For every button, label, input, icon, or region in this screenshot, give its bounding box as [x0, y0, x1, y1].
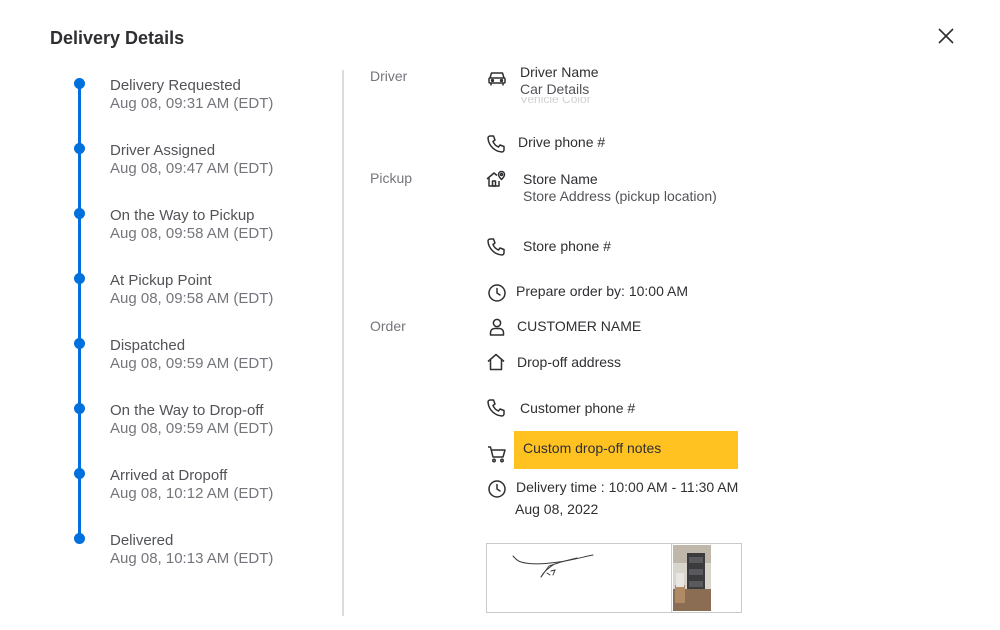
- step-label: On the Way to Pickup: [110, 207, 255, 224]
- column-divider: [342, 70, 344, 616]
- dropoff-notes-text: Custom drop-off notes: [523, 440, 662, 456]
- customer-name: CUSTOMER NAME: [517, 318, 642, 334]
- timeline-dot: [74, 533, 85, 544]
- driver-phone[interactable]: Drive phone #: [518, 134, 605, 150]
- step-time: Aug 08, 09:59 AM (EDT): [110, 420, 274, 437]
- step-time: Aug 08, 10:12 AM (EDT): [110, 485, 274, 502]
- timeline-dot: [74, 143, 85, 154]
- store-address: Store Address (pickup location): [523, 188, 717, 204]
- store-phone[interactable]: Store phone #: [523, 238, 611, 254]
- pickup-section-label: Pickup: [370, 170, 413, 186]
- phone-icon[interactable]: [485, 397, 507, 419]
- step-time: Aug 08, 09:58 AM (EDT): [110, 225, 274, 242]
- step-label: Driver Assigned: [110, 142, 216, 159]
- car-details: Car Details: [520, 81, 590, 97]
- step-label: Arrived at Dropoff: [110, 467, 228, 484]
- signature-image[interactable]: [487, 544, 672, 612]
- proof-of-delivery: [486, 543, 742, 613]
- page-title: Delivery Details: [50, 28, 185, 48]
- close-icon: [938, 28, 954, 44]
- driver-name: Driver Name: [520, 64, 599, 80]
- customer-phone[interactable]: Customer phone #: [520, 400, 635, 416]
- cart-icon: [486, 443, 508, 465]
- dropoff-notes: Custom drop-off notes: [514, 431, 738, 469]
- step-label: Delivery Requested: [110, 77, 241, 94]
- delivery-photo[interactable]: [673, 545, 711, 611]
- timeline-dot: [74, 468, 85, 479]
- step-label: Dispatched: [110, 337, 186, 354]
- car-icon: [486, 67, 508, 89]
- delivery-date: Aug 08, 2022: [515, 501, 599, 517]
- step-time: Aug 08, 10:13 AM (EDT): [110, 550, 274, 567]
- step-time: Aug 08, 09:58 AM (EDT): [110, 290, 274, 307]
- step-label: At Pickup Point: [110, 272, 212, 289]
- step-label: On the Way to Drop-off: [110, 402, 264, 419]
- timeline-dot: [74, 208, 85, 219]
- house-icon: [485, 351, 507, 373]
- dropoff-address: Drop-off address: [517, 354, 622, 370]
- clock-icon: [486, 282, 508, 304]
- store-icon: [485, 169, 507, 191]
- timeline-dot: [74, 338, 85, 349]
- phone-icon[interactable]: [485, 133, 507, 155]
- prepare-by-time: Prepare order by: 10:00 AM: [516, 283, 688, 299]
- clock-icon: [486, 478, 508, 500]
- driver-section-label: Driver: [370, 68, 408, 84]
- step-time: Aug 08, 09:59 AM (EDT): [110, 355, 274, 372]
- store-name: Store Name: [523, 171, 598, 187]
- step-time: Aug 08, 09:47 AM (EDT): [110, 160, 274, 177]
- vehicle-color-clip: Vehicle Color: [520, 97, 591, 106]
- phone-icon[interactable]: [485, 236, 507, 258]
- timeline-dot: [74, 273, 85, 284]
- timeline-dot: [74, 403, 85, 414]
- step-time: Aug 08, 09:31 AM (EDT): [110, 95, 274, 112]
- step-label: Delivered: [110, 532, 174, 549]
- delivery-time: Delivery time : 10:00 AM - 11:30 AM: [516, 479, 739, 495]
- vehicle-color: Vehicle Color: [520, 97, 591, 106]
- close-button[interactable]: [932, 22, 960, 50]
- person-icon: [486, 316, 508, 338]
- timeline-dot: [74, 78, 85, 89]
- order-section-label: Order: [370, 318, 406, 334]
